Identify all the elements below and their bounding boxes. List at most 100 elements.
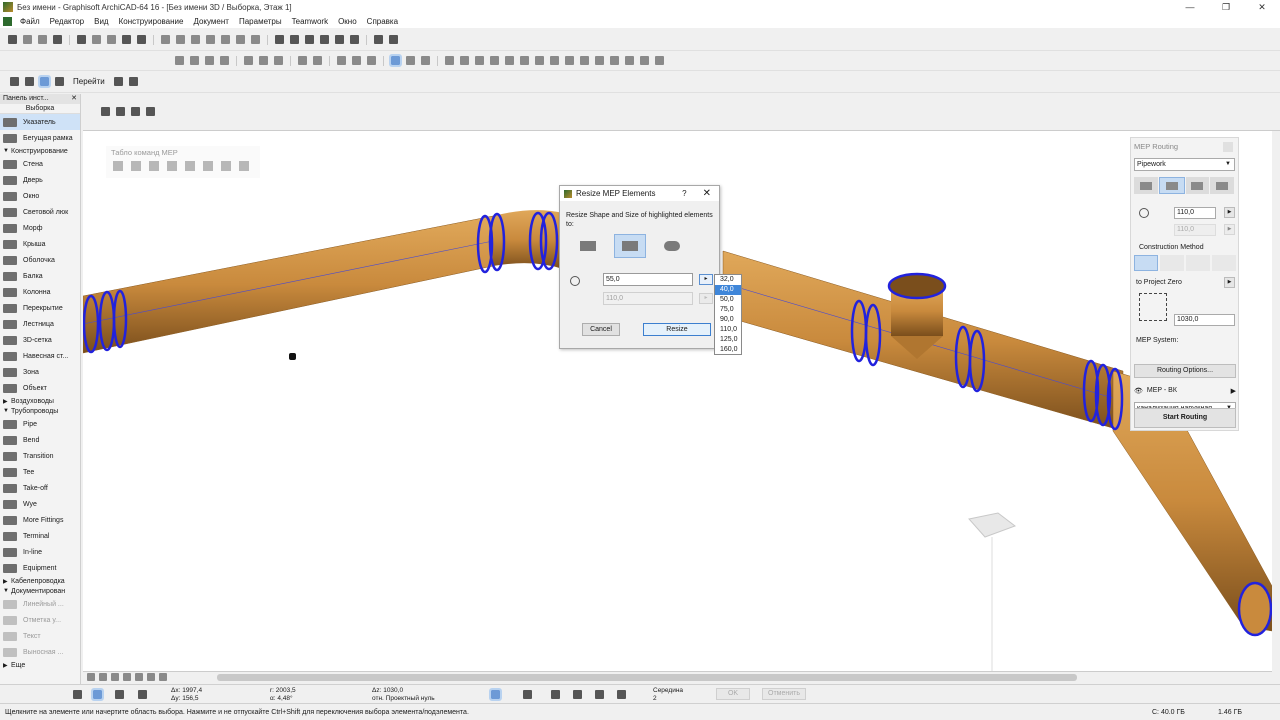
shape-rectangular-button[interactable] <box>572 234 604 258</box>
zoom-icon[interactable] <box>87 673 95 681</box>
start-routing-button[interactable]: Start Routing <box>1134 408 1236 428</box>
align-icon[interactable] <box>320 35 329 44</box>
tool-icon[interactable] <box>206 35 215 44</box>
tool-slab[interactable]: Перекрытие <box>0 300 80 316</box>
help-button[interactable]: ? <box>682 189 686 198</box>
tool-icon[interactable] <box>251 35 260 44</box>
tool-door[interactable]: Дверь <box>0 172 80 188</box>
tool-icon[interactable] <box>107 35 116 44</box>
guide-icon[interactable] <box>551 690 560 699</box>
horizontal-arrow-icon[interactable] <box>1134 255 1158 271</box>
menu-help[interactable]: Справка <box>362 17 403 26</box>
close-window-button[interactable]: ✕ <box>1244 2 1280 13</box>
tool-icon[interactable] <box>8 35 17 44</box>
orbit-icon[interactable] <box>135 673 143 681</box>
reference-arrow[interactable]: ▶ <box>1224 277 1235 288</box>
cancel-button[interactable]: Cancel <box>582 323 620 336</box>
grid-icon[interactable] <box>115 690 124 699</box>
close-icon[interactable] <box>73 690 82 699</box>
anchor-point-icon[interactable] <box>1139 293 1167 321</box>
guide-icon[interactable] <box>595 690 604 699</box>
layer-selector[interactable]: 👁 MEP - ВК ▶ <box>1134 384 1236 397</box>
panel-close-button[interactable] <box>1223 142 1233 152</box>
tool-icon[interactable] <box>550 56 559 65</box>
gravity-icon[interactable] <box>421 56 430 65</box>
tool-icon[interactable] <box>236 35 245 44</box>
tool-icon[interactable] <box>23 35 32 44</box>
size-option[interactable]: 160,0 <box>715 345 741 355</box>
tool-icon[interactable] <box>337 56 346 65</box>
guide-icon[interactable] <box>573 690 582 699</box>
tool-icon[interactable] <box>595 56 604 65</box>
tool-icon[interactable] <box>113 77 123 86</box>
menu-options[interactable]: Параметры <box>234 17 287 26</box>
tool-icon[interactable] <box>520 56 529 65</box>
menu-view[interactable]: Вид <box>89 17 113 26</box>
tool-marquee[interactable]: Бегущая рамка <box>0 130 80 146</box>
horizontal-scrollbar[interactable] <box>217 673 1077 681</box>
mep-command-icon[interactable] <box>149 161 159 171</box>
more-tools[interactable]: ▶ Еще <box>0 660 80 670</box>
tool-icon[interactable] <box>475 56 484 65</box>
tool-pointer[interactable]: Указатель <box>0 114 80 130</box>
tool-icon[interactable] <box>460 56 469 65</box>
routing-shape-oval[interactable] <box>1185 177 1210 194</box>
routing-size-field-2[interactable]: 110,0 <box>1174 224 1216 236</box>
tool-in-line[interactable]: In-line <box>0 544 80 560</box>
tool-icon[interactable] <box>580 56 589 65</box>
3d-window-icon[interactable] <box>38 75 51 88</box>
ok-button[interactable]: OK <box>716 688 750 700</box>
marquee-icon[interactable] <box>116 107 125 116</box>
cancel-coord-button[interactable]: Отменить <box>762 688 806 700</box>
group-cables[interactable]: ▶ Кабелепроводка <box>0 576 80 586</box>
globe-icon[interactable] <box>137 35 146 44</box>
tool-icon[interactable] <box>565 56 574 65</box>
tool-icon[interactable] <box>128 77 138 86</box>
secondary-size-list-button[interactable]: ▸ <box>699 293 713 304</box>
menu-teamwork[interactable]: Teamwork <box>287 17 333 26</box>
3d-route-icon[interactable] <box>1212 255 1236 271</box>
tool-level-dimension[interactable]: Отметка у... <box>0 612 80 628</box>
zoom-icon[interactable] <box>99 673 107 681</box>
size-option[interactable]: 110,0 <box>715 325 741 335</box>
tool-icon[interactable] <box>161 35 170 44</box>
group-pipes[interactable]: ▼ Трубопроводы <box>0 406 80 416</box>
tool-curtain-wall[interactable]: Навесная ст... <box>0 348 80 364</box>
tool-icon[interactable] <box>77 35 86 44</box>
menu-document[interactable]: Документ <box>188 17 234 26</box>
tool-stair[interactable]: Лестница <box>0 316 80 332</box>
resize-button[interactable]: Resize <box>643 323 711 336</box>
mep-command-icon[interactable] <box>185 161 195 171</box>
tool-pipe[interactable]: Pipe <box>0 416 80 432</box>
align-icon[interactable] <box>305 35 314 44</box>
tool-transition[interactable]: Transition <box>0 448 80 464</box>
tool-equipment[interactable]: Equipment <box>0 560 80 576</box>
group-design[interactable]: ▼ Конструирование <box>0 146 80 156</box>
tool-column[interactable]: Колонна <box>0 284 80 300</box>
fit-icon[interactable] <box>159 673 167 681</box>
tool-zone[interactable]: Зона <box>0 364 80 380</box>
window-icon[interactable] <box>25 77 34 86</box>
tool-label[interactable]: Выносная ... <box>0 644 80 660</box>
tool-terminal[interactable]: Terminal <box>0 528 80 544</box>
tool-wall[interactable]: Стена <box>0 156 80 172</box>
size-option[interactable]: 50,0 <box>715 295 741 305</box>
tool-icon[interactable] <box>92 35 101 44</box>
cut-icon[interactable] <box>244 56 253 65</box>
zoom-icon[interactable] <box>111 673 119 681</box>
tool-take-off[interactable]: Take-off <box>0 480 80 496</box>
mep-command-icon[interactable] <box>221 161 231 171</box>
window-icon[interactable] <box>55 77 64 86</box>
align-icon[interactable] <box>290 35 299 44</box>
snap-icon[interactable] <box>406 56 415 65</box>
tool-more-fittings[interactable]: More Fittings <box>0 512 80 528</box>
marquee-icon[interactable] <box>101 107 110 116</box>
tool-icon[interactable] <box>535 56 544 65</box>
tee-opening[interactable] <box>887 272 947 300</box>
zoom-icon[interactable] <box>123 673 131 681</box>
tool-icon[interactable] <box>625 56 634 65</box>
pipe-end-opening[interactable] <box>1237 581 1272 637</box>
distribute-icon[interactable] <box>374 35 383 44</box>
shape-oval-button[interactable] <box>656 234 688 258</box>
tool-shell[interactable]: Оболочка <box>0 252 80 268</box>
